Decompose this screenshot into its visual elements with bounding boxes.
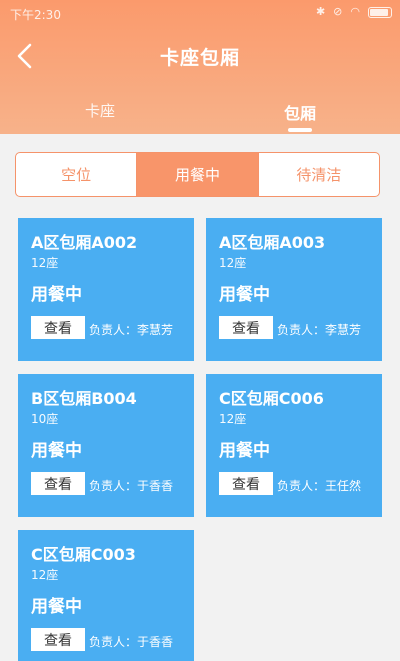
tab-private-room[interactable]: 包厢 <box>240 100 360 124</box>
room-card[interactable]: A区包厢A003 12座 用餐中 查看 负责人：李慧芳 <box>206 218 382 361</box>
room-manager: 负责人：王任然 <box>277 479 362 493</box>
view-button[interactable]: 查看 <box>31 472 85 495</box>
room-card[interactable]: C区包厢C006 12座 用餐中 查看 负责人：王任然 <box>206 374 382 517</box>
wifi-icon: ◠ <box>350 5 360 18</box>
view-button[interactable]: 查看 <box>31 628 85 651</box>
status-icons: ✱ ⊘ ◠ <box>316 5 392 19</box>
status-bar: 下午2:30 ✱ ⊘ ◠ <box>0 0 400 28</box>
segment-to-clean[interactable]: 待清洁 <box>257 153 379 196</box>
room-manager: 负责人：于香香 <box>89 635 174 649</box>
header-bar: 下午2:30 ✱ ⊘ ◠ 卡座包厢 卡座 包厢 <box>0 0 400 134</box>
view-button[interactable]: 查看 <box>219 472 273 495</box>
room-status: 用餐中 <box>31 597 82 617</box>
room-status: 用餐中 <box>219 441 270 461</box>
room-seats: 10座 <box>31 412 59 426</box>
battery-icon <box>368 6 392 18</box>
room-status: 用餐中 <box>219 285 270 305</box>
room-seats: 12座 <box>31 256 59 270</box>
status-time: 下午2:30 <box>10 8 61 22</box>
room-name: C区包厢C003 <box>31 545 136 564</box>
room-seats: 12座 <box>219 412 247 426</box>
room-status: 用餐中 <box>31 441 82 461</box>
status-filter-segment: 空位 用餐中 待清洁 <box>15 152 380 197</box>
room-name: A区包厢A002 <box>31 233 138 252</box>
room-card[interactable]: B区包厢B004 10座 用餐中 查看 负责人：于香香 <box>18 374 194 517</box>
room-manager: 负责人：李慧芳 <box>277 323 362 337</box>
room-manager: 负责人：李慧芳 <box>89 323 174 337</box>
bluetooth-icon: ✱ <box>315 5 326 18</box>
room-seats: 12座 <box>31 568 59 582</box>
room-manager: 负责人：于香香 <box>89 479 174 493</box>
room-name: B区包厢B004 <box>31 389 137 408</box>
tab-active-indicator <box>288 128 312 132</box>
room-card[interactable]: A区包厢A002 12座 用餐中 查看 负责人：李慧芳 <box>18 218 194 361</box>
page-title: 卡座包厢 <box>159 47 240 69</box>
mute-icon: ⊘ <box>333 5 343 18</box>
room-seats: 12座 <box>219 256 247 270</box>
segment-vacant[interactable]: 空位 <box>16 153 136 196</box>
tab-booth[interactable]: 卡座 <box>40 100 160 121</box>
view-button[interactable]: 查看 <box>219 316 273 339</box>
room-card[interactable]: C区包厢C003 12座 用餐中 查看 负责人：于香香 <box>18 530 194 661</box>
room-name: A区包厢A003 <box>219 233 326 252</box>
room-status: 用餐中 <box>31 285 82 305</box>
room-name: C区包厢C006 <box>219 389 324 408</box>
segment-dining[interactable]: 用餐中 <box>136 153 258 196</box>
view-button[interactable]: 查看 <box>31 316 85 339</box>
